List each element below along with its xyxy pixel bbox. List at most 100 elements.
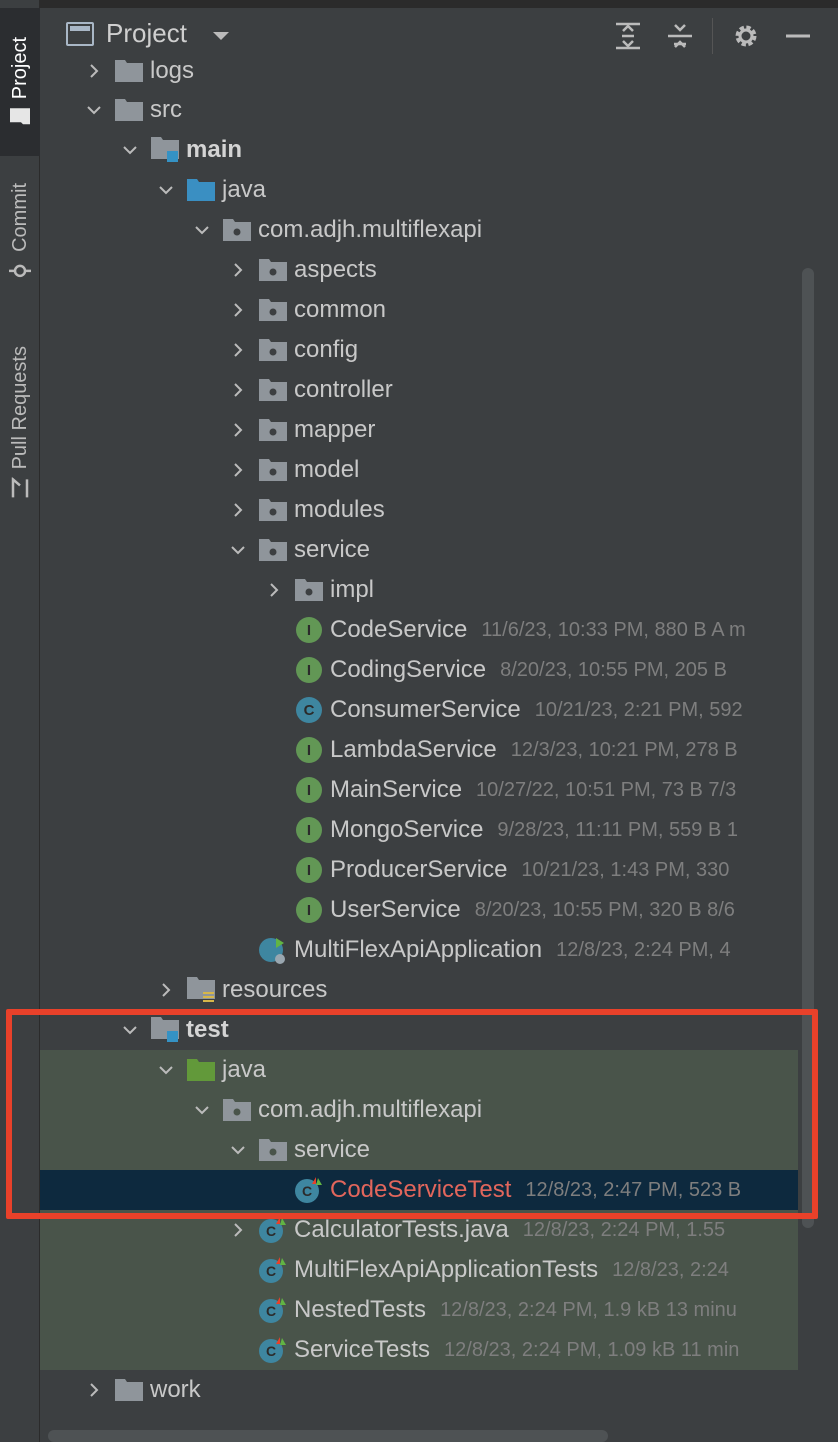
- file-metadata: 12/8/23, 2:24: [612, 1258, 729, 1281]
- chevron-right-icon[interactable]: [82, 51, 106, 91]
- chevron-right-icon[interactable]: [82, 1370, 106, 1410]
- tree-node-label: resources: [222, 976, 328, 1003]
- pull-requests-tool-button[interactable]: Pull Requests: [0, 330, 40, 515]
- interface-icon: I: [294, 890, 324, 930]
- tree-node-consumer-service[interactable]: C ConsumerService 10/21/23, 2:21 PM, 592: [40, 690, 798, 730]
- tree-node-controller[interactable]: controller: [40, 370, 798, 410]
- tree-node-main[interactable]: main: [40, 130, 798, 170]
- package-icon: [258, 530, 288, 570]
- svg-text:C: C: [302, 1183, 312, 1199]
- chevron-right-icon[interactable]: [262, 570, 286, 610]
- tree-node-mapper[interactable]: mapper: [40, 410, 798, 450]
- chevron-down-icon[interactable]: [154, 1050, 178, 1090]
- tree-node-application-tests[interactable]: C MultiFlexApiApplicationTests 12/8/23, …: [40, 1250, 798, 1290]
- tree-node-src[interactable]: src: [40, 90, 798, 130]
- tree-node-impl[interactable]: impl: [40, 570, 798, 610]
- chevron-right-icon[interactable]: [226, 250, 250, 290]
- tree-node-code-service-test[interactable]: C CodeServiceTest 12/8/23, 2:47 PM, 523 …: [40, 1170, 798, 1210]
- tree-node-nested-tests[interactable]: C NestedTests 12/8/23, 2:24 PM, 1.9 kB 1…: [40, 1290, 798, 1330]
- chevron-right-icon[interactable]: [226, 1210, 250, 1250]
- tree-node-label: NestedTests: [294, 1296, 427, 1323]
- tree-node-test-java[interactable]: java: [40, 1050, 798, 1090]
- chevron-right-icon[interactable]: [226, 490, 250, 530]
- tree-node-test-package[interactable]: com.adjh.multiflexapi: [40, 1090, 798, 1130]
- commit-tool-button[interactable]: Commit: [0, 172, 40, 292]
- tree-node-logs[interactable]: logs: [40, 51, 798, 91]
- collapse-all-icon[interactable]: [664, 20, 696, 52]
- horizontal-scrollbar[interactable]: [48, 1430, 608, 1442]
- toolbar-separator: [712, 18, 713, 54]
- chevron-down-icon[interactable]: [118, 130, 142, 170]
- tree-node-label: service: [294, 1136, 371, 1163]
- project-view-selector[interactable]: Project: [66, 18, 229, 49]
- tree-node-modules[interactable]: modules: [40, 490, 798, 530]
- tree-node-test[interactable]: test: [40, 1010, 798, 1050]
- tree-node-lambda-service[interactable]: I LambdaService 12/3/23, 10:21 PM, 278 B: [40, 730, 798, 770]
- tree-node-code-service[interactable]: I CodeService 11/6/23, 10:33 PM, 880 B A…: [40, 610, 798, 650]
- tree-node-aspects[interactable]: aspects: [40, 250, 798, 290]
- package-icon: [222, 210, 252, 250]
- tree-node-coding-service[interactable]: I CodingService 8/20/23, 10:55 PM, 205 B: [40, 650, 798, 690]
- chevron-down-icon[interactable]: [118, 1010, 142, 1050]
- tree-node-label: UserService: [330, 896, 461, 923]
- tree-node-label: modules: [294, 496, 385, 523]
- gear-icon[interactable]: [730, 20, 762, 52]
- spring-boot-class-icon: [258, 930, 288, 970]
- source-folder-icon: [186, 170, 216, 210]
- chevron-down-icon[interactable]: [82, 90, 106, 130]
- chevron-right-icon[interactable]: [226, 330, 250, 370]
- chevron-right-icon[interactable]: [226, 370, 250, 410]
- folder-icon: [114, 1370, 144, 1410]
- package-icon: [258, 370, 288, 410]
- interface-icon: I: [294, 810, 324, 850]
- resources-folder-icon: [186, 970, 216, 1010]
- tree-node-service-tests[interactable]: C ServiceTests 12/8/23, 2:24 PM, 1.09 kB…: [40, 1330, 798, 1370]
- test-class-icon: C: [294, 1170, 324, 1210]
- chevron-down-icon[interactable]: [190, 1090, 214, 1130]
- package-icon: [294, 570, 324, 610]
- pull-requests-tool-label: Pull Requests: [8, 345, 31, 470]
- tree-node-common[interactable]: common: [40, 290, 798, 330]
- project-panel-title: Project: [106, 18, 187, 48]
- tree-node-resources[interactable]: resources: [40, 970, 798, 1010]
- tree-node-label: com.adjh.multiflexapi: [258, 1096, 483, 1123]
- package-icon: [222, 1090, 252, 1130]
- project-window-icon: [66, 21, 94, 46]
- tree-node-label: LambdaService: [330, 736, 497, 763]
- project-tool-button[interactable]: Project: [0, 8, 40, 156]
- tree-node-mongo-service[interactable]: I MongoService 9/28/23, 11:11 PM, 559 B …: [40, 810, 798, 850]
- tree-node-main-java[interactable]: java: [40, 170, 798, 210]
- tree-node-application[interactable]: MultiFlexApiApplication 12/8/23, 2:24 PM…: [40, 930, 798, 970]
- chevron-down-icon[interactable]: [226, 530, 250, 570]
- tree-node-producer-service[interactable]: I ProducerService 10/21/23, 1:43 PM, 330: [40, 850, 798, 890]
- vertical-scrollbar[interactable]: [802, 268, 814, 1228]
- chevron-right-icon[interactable]: [226, 290, 250, 330]
- tree-node-label: MultiFlexApiApplicationTests: [294, 1256, 599, 1283]
- chevron-down-icon[interactable]: [190, 210, 214, 250]
- package-icon: [258, 290, 288, 330]
- tree-node-calculator-tests[interactable]: C CalculatorTests.java 12/8/23, 2:24 PM,…: [40, 1210, 798, 1250]
- tree-node-user-service[interactable]: I UserService 8/20/23, 10:55 PM, 320 B 8…: [40, 890, 798, 930]
- tree-node-main-service[interactable]: I MainService 10/27/22, 10:51 PM, 73 B 7…: [40, 770, 798, 810]
- file-metadata: 8/20/23, 10:55 PM, 205 B: [500, 658, 727, 681]
- chevron-down-icon[interactable]: [154, 170, 178, 210]
- chevron-down-icon[interactable]: [226, 1130, 250, 1170]
- tree-node-main-package[interactable]: com.adjh.multiflexapi: [40, 210, 798, 250]
- tree-node-config[interactable]: config: [40, 330, 798, 370]
- tree-node-work[interactable]: work: [40, 1370, 798, 1410]
- chevron-right-icon[interactable]: [226, 450, 250, 490]
- tree-node-service[interactable]: service: [40, 530, 798, 570]
- chevron-right-icon[interactable]: [226, 410, 250, 450]
- expand-all-icon[interactable]: [612, 20, 644, 52]
- tree-node-label: service: [294, 536, 371, 563]
- file-metadata: 10/21/23, 2:21 PM, 592: [534, 698, 743, 721]
- test-source-folder-icon: [186, 1050, 216, 1090]
- tree-node-label: CodeServiceTest: [330, 1176, 512, 1203]
- chevron-right-icon[interactable]: [154, 970, 178, 1010]
- tree-node-label: ConsumerService: [330, 696, 521, 723]
- file-metadata: 12/8/23, 2:24 PM, 1.09 kB 11 min: [444, 1338, 740, 1361]
- tree-node-test-service[interactable]: service: [40, 1130, 798, 1170]
- tree-node-model[interactable]: model: [40, 450, 798, 490]
- minimize-icon[interactable]: [782, 20, 814, 52]
- folder-icon: [114, 90, 144, 130]
